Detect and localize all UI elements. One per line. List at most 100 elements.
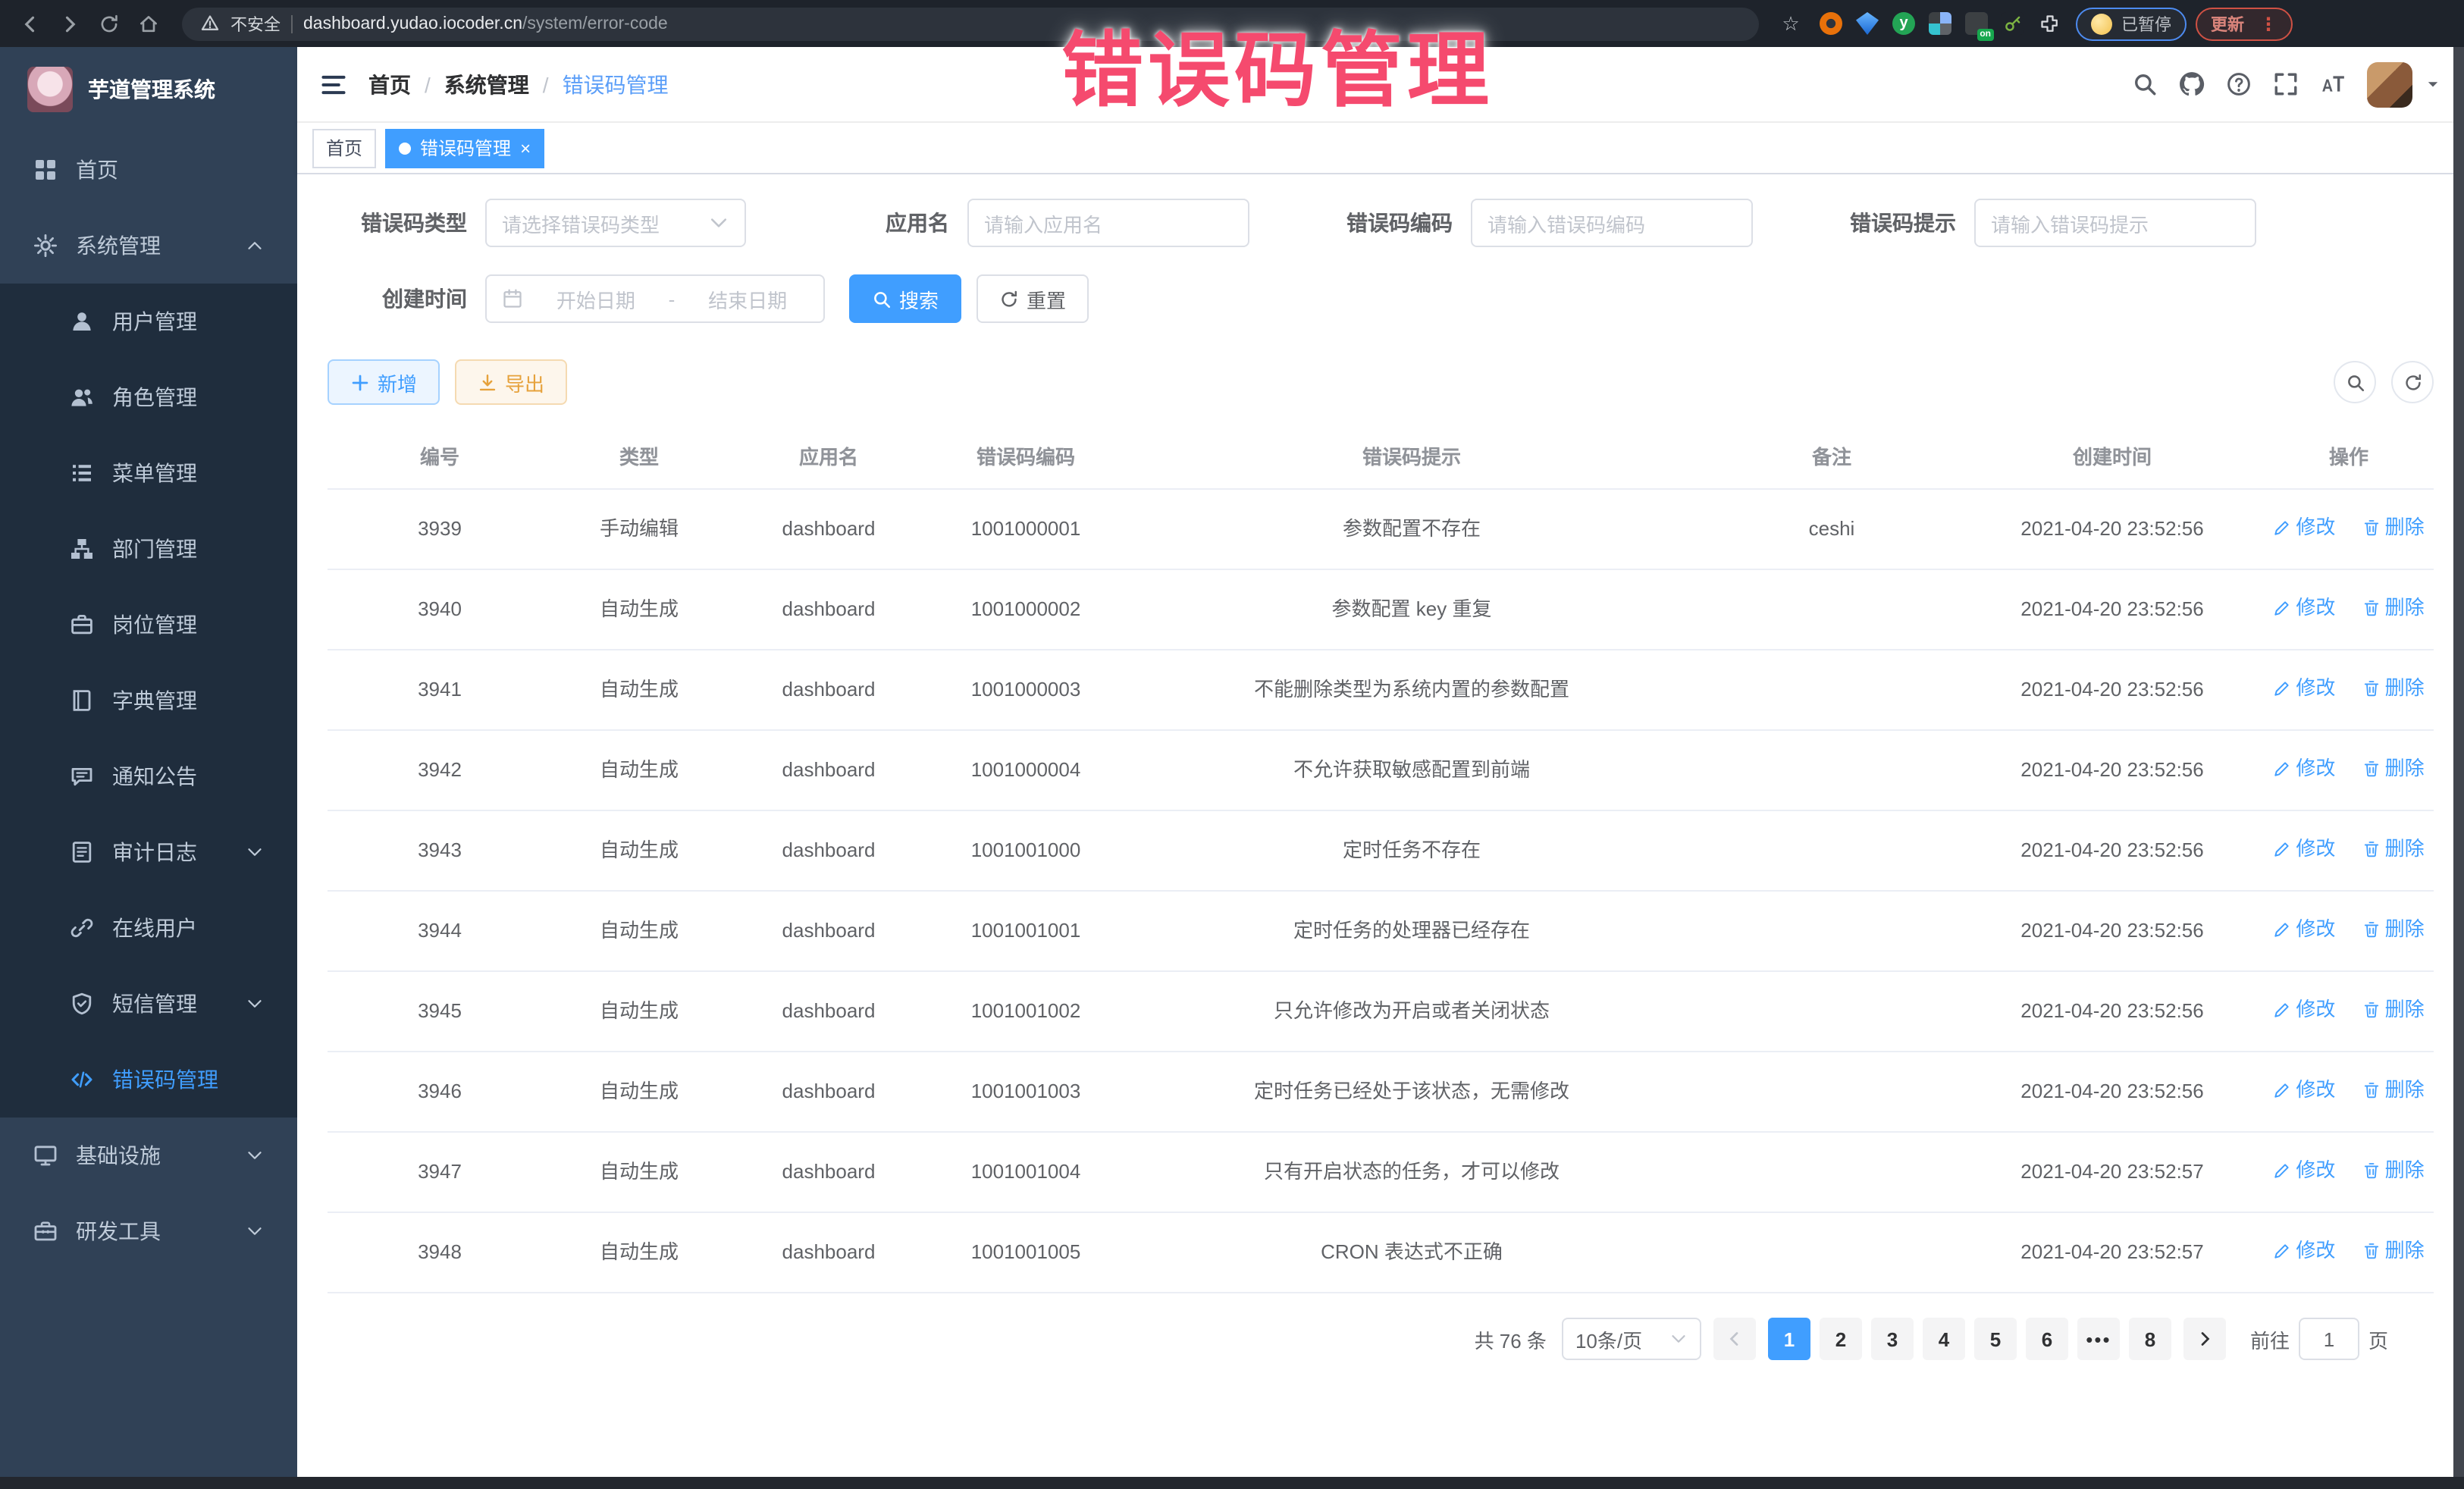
browser-update-button[interactable]: 更新 ⋮ bbox=[2196, 7, 2293, 40]
export-button[interactable]: 导出 bbox=[455, 359, 567, 405]
edit-button[interactable]: 修改 bbox=[2273, 1236, 2335, 1266]
page-button-•••[interactable]: ••• bbox=[2077, 1318, 2120, 1360]
tab-close-icon[interactable]: × bbox=[520, 139, 531, 157]
export-button-label: 导出 bbox=[505, 368, 544, 397]
tab-error-code[interactable]: 错误码管理 × bbox=[385, 128, 544, 168]
extension-orange-icon[interactable] bbox=[1820, 12, 1842, 35]
fullscreen-icon[interactable] bbox=[2273, 71, 2299, 97]
extension-key-icon[interactable] bbox=[2002, 12, 2024, 35]
cell-time: 2021-04-20 23:52:56 bbox=[1961, 730, 2264, 810]
extension-grid-icon[interactable] bbox=[1929, 12, 1951, 35]
delete-button[interactable]: 删除 bbox=[2362, 1236, 2425, 1266]
col-code: 错误码编码 bbox=[931, 423, 1121, 489]
error-code-input[interactable]: 请输入错误码编码 bbox=[1471, 199, 1753, 247]
browser-menu-icon[interactable]: ⋮ bbox=[2259, 14, 2277, 33]
edit-button[interactable]: 修改 bbox=[2273, 754, 2335, 784]
chevron-down-icon bbox=[246, 1222, 264, 1240]
github-icon[interactable] bbox=[2179, 71, 2205, 97]
show-search-button[interactable] bbox=[2334, 361, 2376, 403]
sidebar-menu: 首页 系统管理 用户管理 角色管理 菜单管理 部门管理 岗位管理 字典管理 通知… bbox=[0, 132, 297, 1269]
edit-button[interactable]: 修改 bbox=[2273, 673, 2335, 704]
caret-down-icon[interactable] bbox=[2425, 76, 2441, 92]
prev-page-button[interactable] bbox=[1713, 1318, 1756, 1360]
sidebar-item-menu-mgmt[interactable]: 菜单管理 bbox=[0, 435, 297, 511]
sidebar-item-error-code-mgmt[interactable]: 错误码管理 bbox=[0, 1042, 297, 1118]
sidebar-item-dev-tools[interactable]: 研发工具 bbox=[0, 1193, 297, 1269]
forward-icon[interactable] bbox=[55, 8, 85, 39]
bookmark-star-icon[interactable]: ☆ bbox=[1777, 10, 1804, 37]
edit-button[interactable]: 修改 bbox=[2273, 914, 2335, 945]
edit-button[interactable]: 修改 bbox=[2273, 995, 2335, 1025]
home-icon[interactable] bbox=[133, 8, 164, 39]
page-button-1[interactable]: 1 bbox=[1768, 1318, 1810, 1360]
sidebar-item-dict-mgmt[interactable]: 字典管理 bbox=[0, 663, 297, 738]
extension-on-badge-icon[interactable] bbox=[1965, 12, 1988, 35]
add-button[interactable]: 新增 bbox=[328, 359, 440, 405]
page-button-8[interactable]: 8 bbox=[2129, 1318, 2171, 1360]
sidebar-item-role-mgmt[interactable]: 角色管理 bbox=[0, 359, 297, 435]
page-button-6[interactable]: 6 bbox=[2026, 1318, 2068, 1360]
edit-button[interactable]: 修改 bbox=[2273, 513, 2335, 543]
create-time-range-picker[interactable]: 开始日期 - 结束日期 bbox=[485, 274, 825, 323]
sidebar-item-post-mgmt[interactable]: 岗位管理 bbox=[0, 587, 297, 663]
page-button-2[interactable]: 2 bbox=[1820, 1318, 1862, 1360]
edit-button[interactable]: 修改 bbox=[2273, 1155, 2335, 1186]
delete-button[interactable]: 删除 bbox=[2362, 673, 2425, 704]
extensions-puzzle-icon[interactable] bbox=[2038, 12, 2061, 35]
page-button-3[interactable]: 3 bbox=[1871, 1318, 1914, 1360]
delete-button[interactable]: 删除 bbox=[2362, 593, 2425, 623]
back-icon[interactable] bbox=[15, 8, 45, 39]
delete-button[interactable]: 删除 bbox=[2362, 1075, 2425, 1105]
error-type-select[interactable]: 请选择错误码类型 bbox=[485, 199, 746, 247]
hamburger-icon[interactable] bbox=[320, 71, 347, 98]
delete-button[interactable]: 删除 bbox=[2362, 995, 2425, 1025]
sidebar-item-notice[interactable]: 通知公告 bbox=[0, 738, 297, 814]
sidebar-item-sms-mgmt[interactable]: 短信管理 bbox=[0, 966, 297, 1042]
page-button-4[interactable]: 4 bbox=[1923, 1318, 1965, 1360]
edit-button[interactable]: 修改 bbox=[2273, 593, 2335, 623]
extension-y-icon[interactable]: y bbox=[1892, 12, 1915, 35]
refresh-table-button[interactable] bbox=[2391, 361, 2434, 403]
help-icon[interactable] bbox=[2226, 71, 2252, 97]
user-avatar[interactable] bbox=[2367, 61, 2412, 107]
sidebar-item-audit-log[interactable]: 审计日志 bbox=[0, 814, 297, 890]
cell-remark bbox=[1703, 730, 1961, 810]
page-size-select[interactable]: 10条/页 bbox=[1562, 1318, 1701, 1360]
search-icon[interactable] bbox=[2132, 71, 2158, 97]
cell-code: 1001001000 bbox=[931, 810, 1121, 891]
sidebar-item-infrastructure[interactable]: 基础设施 bbox=[0, 1118, 297, 1193]
reload-icon[interactable] bbox=[94, 8, 124, 39]
error-code-label: 错误码编码 bbox=[1313, 208, 1453, 238]
address-bar[interactable]: 不安全 dashboard.yudao.iocoder.cn/system/er… bbox=[182, 7, 1759, 40]
cell-time: 2021-04-20 23:52:56 bbox=[1961, 650, 2264, 730]
sidebar-item-label: 菜单管理 bbox=[112, 458, 197, 488]
tab-home[interactable]: 首页 bbox=[312, 128, 376, 168]
breadcrumb-home[interactable]: 首页 bbox=[368, 69, 411, 99]
breadcrumb-system[interactable]: 系统管理 bbox=[444, 69, 529, 99]
edit-button[interactable]: 修改 bbox=[2273, 834, 2335, 864]
error-msg-input[interactable]: 请输入错误码提示 bbox=[1974, 199, 2256, 247]
sidebar-item-home[interactable]: 首页 bbox=[0, 132, 297, 208]
app-logo-row[interactable]: 芋道管理系统 bbox=[0, 47, 297, 132]
sidebar-item-system-mgmt[interactable]: 系统管理 bbox=[0, 208, 297, 284]
next-page-button[interactable] bbox=[2183, 1318, 2226, 1360]
delete-button[interactable]: 删除 bbox=[2362, 1155, 2425, 1186]
profile-paused-badge[interactable]: 已暂停 bbox=[2076, 7, 2187, 40]
sidebar-item-dept-mgmt[interactable]: 部门管理 bbox=[0, 511, 297, 587]
sidebar-item-user-mgmt[interactable]: 用户管理 bbox=[0, 284, 297, 359]
delete-button[interactable]: 删除 bbox=[2362, 914, 2425, 945]
search-button[interactable]: 搜索 bbox=[849, 274, 961, 323]
extension-gem-icon[interactable] bbox=[1856, 12, 1879, 35]
window-scrollbar[interactable] bbox=[2453, 47, 2464, 1489]
font-size-icon[interactable] bbox=[2320, 71, 2346, 97]
navbar-actions bbox=[2132, 61, 2441, 107]
sidebar-item-online-user[interactable]: 在线用户 bbox=[0, 890, 297, 966]
reset-button[interactable]: 重置 bbox=[977, 274, 1089, 323]
goto-page-input[interactable] bbox=[2299, 1318, 2359, 1360]
app-name-input[interactable]: 请输入应用名 bbox=[967, 199, 1249, 247]
page-button-5[interactable]: 5 bbox=[1974, 1318, 2017, 1360]
delete-button[interactable]: 删除 bbox=[2362, 513, 2425, 543]
delete-button[interactable]: 删除 bbox=[2362, 754, 2425, 784]
delete-button[interactable]: 删除 bbox=[2362, 834, 2425, 864]
edit-button[interactable]: 修改 bbox=[2273, 1075, 2335, 1105]
